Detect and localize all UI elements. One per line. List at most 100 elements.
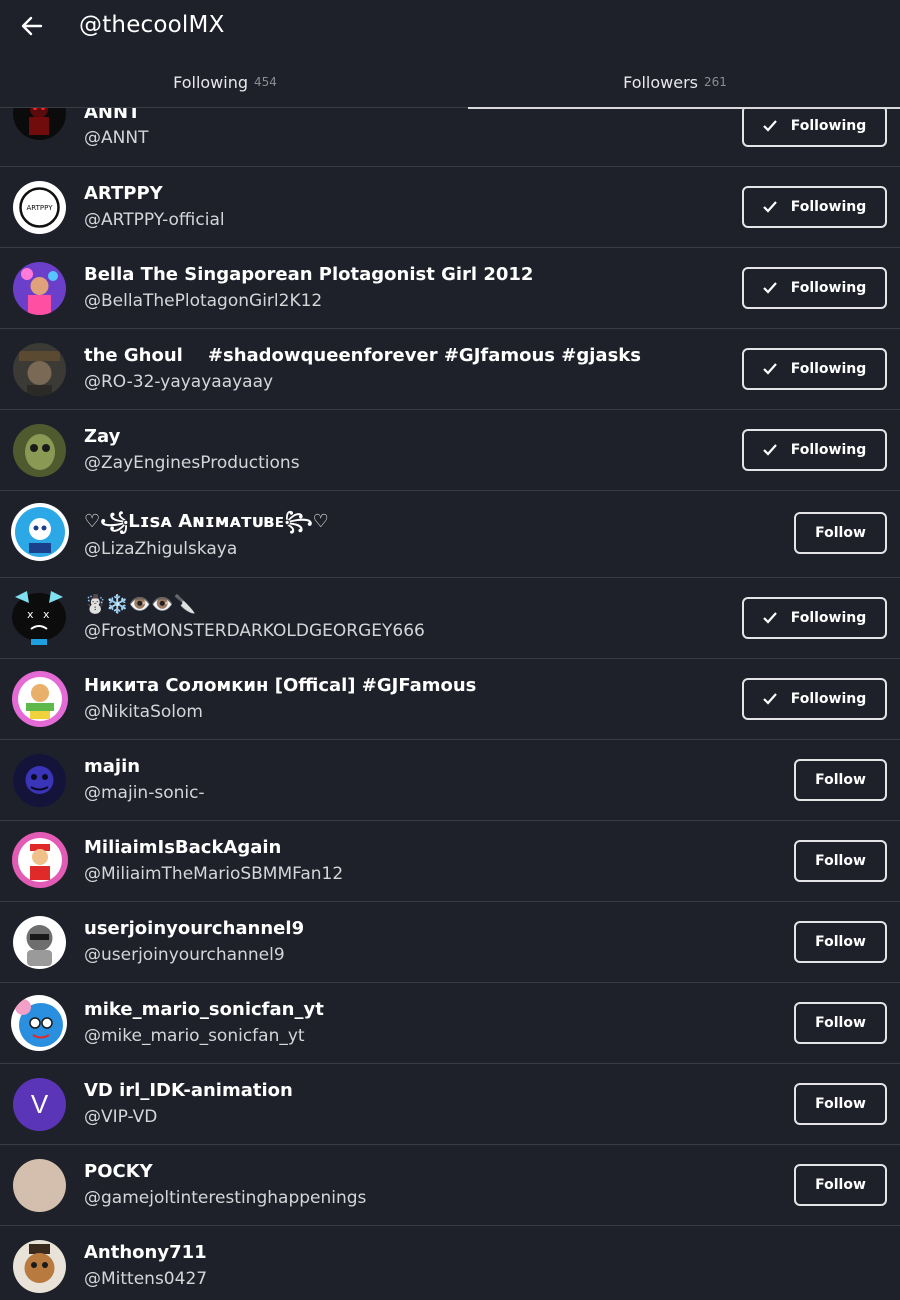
follow-button[interactable]: Follow — [794, 840, 887, 882]
avatar[interactable]: xx — [9, 587, 69, 647]
avatar-initial: V — [31, 1089, 49, 1119]
avatar[interactable] — [13, 262, 66, 315]
tab-followers[interactable]: Followers 261 — [450, 56, 900, 109]
tab-count: 261 — [704, 75, 727, 89]
check-icon — [762, 693, 777, 705]
check-icon — [762, 201, 777, 213]
following-button[interactable]: Following — [742, 348, 887, 390]
user-handle: @Mittens0427 — [84, 1269, 208, 1289]
button-label: Follow — [815, 934, 866, 950]
list-item[interactable]: the Ghoul #shadowqueenforever #GJfamous … — [0, 329, 900, 410]
svg-text:x: x — [27, 608, 34, 621]
list-item[interactable]: Bella The Singaporean Plotagonist Girl 2… — [0, 248, 900, 329]
user-name: userjoinyourchannel9 — [84, 918, 305, 939]
button-label: Following — [790, 610, 867, 626]
button-label: Follow — [815, 853, 866, 869]
app-window: ANNT @ANNT Following ARTPPY ARTPPY @ARTP… — [0, 0, 900, 1300]
check-icon — [762, 363, 777, 375]
avatar[interactable] — [12, 832, 68, 888]
user-handle: @userjoinyourchannel9 — [84, 945, 285, 965]
user-name: mike_mario_sonicfan_yt — [84, 999, 324, 1020]
user-handle: @majin-sonic- — [84, 783, 205, 803]
user-handle: @NikitaSolom — [84, 702, 203, 722]
avatar[interactable] — [13, 754, 66, 807]
user-handle: @BellaThePlotagonGirl2K12 — [84, 291, 323, 311]
button-label: Following — [790, 442, 867, 458]
follow-button[interactable]: Follow — [794, 921, 887, 963]
user-handle: @gamejoltinterestinghappenings — [84, 1188, 367, 1208]
avatar[interactable] — [13, 916, 66, 969]
follow-button[interactable]: Follow — [794, 1002, 887, 1044]
user-handle: @MiliaimTheMarioSBMMFan12 — [84, 864, 344, 884]
top-bar: @thecoolMX Following 454 Followers 261 — [0, 0, 900, 109]
list-item[interactable]: POCKY @gamejoltinterestinghappenings Fol… — [0, 1145, 900, 1226]
avatar[interactable] — [12, 671, 68, 727]
user-handle: @ZayEnginesProductions — [84, 453, 300, 473]
tab-label: Following — [173, 72, 249, 92]
following-button[interactable]: Following — [742, 186, 887, 228]
check-icon — [762, 120, 777, 132]
button-label: Following — [790, 280, 867, 296]
follow-button[interactable]: Follow — [794, 759, 887, 801]
user-name: POCKY — [84, 1161, 153, 1182]
follow-button[interactable]: Follow — [794, 1083, 887, 1125]
user-handle: @FrostMONSTERDARKOLDGEORGEY666 — [84, 621, 425, 641]
user-name: MiliaimIsBackAgain — [84, 837, 282, 858]
avatar[interactable] — [13, 1240, 66, 1293]
avatar[interactable] — [13, 343, 66, 396]
list-item[interactable]: majin @majin-sonic- Follow — [0, 740, 900, 821]
button-label: Follow — [815, 1096, 866, 1112]
avatar[interactable]: V — [13, 1078, 66, 1131]
list-item[interactable]: ARTPPY ARTPPY @ARTPPY-official Following — [0, 167, 900, 248]
following-button[interactable]: Following — [742, 267, 887, 309]
user-handle: @LizaZhigulskaya — [84, 539, 238, 559]
list-item[interactable]: MiliaimIsBackAgain @MiliaimTheMarioSBMMF… — [0, 821, 900, 902]
user-name: majin — [84, 756, 141, 777]
list-item[interactable]: Zay @ZayEnginesProductions Following — [0, 410, 900, 491]
button-label: Follow — [815, 772, 866, 788]
user-handle: @ARTPPY-official — [84, 210, 225, 230]
following-button[interactable]: Following — [742, 105, 887, 147]
follow-button[interactable]: Follow — [794, 1164, 887, 1206]
user-name: Zay — [84, 426, 121, 447]
button-label: Following — [790, 691, 867, 707]
user-name: VD irl_IDK-animation — [84, 1080, 293, 1101]
list-item[interactable]: userjoinyourchannel9 @userjoinyourchanne… — [0, 902, 900, 983]
list-item[interactable]: xx ☃️❄️👁️👁️🔪 @FrostMONSTERDARKOLDGEORGEY… — [0, 578, 900, 659]
list-item[interactable]: mike_mario_sonicfan_yt @mike_mario_sonic… — [0, 983, 900, 1064]
user-handle: @VIP-VD — [84, 1107, 158, 1127]
check-icon — [762, 612, 777, 624]
list-item[interactable]: ♡꧁Lɪsᴀ Aɴɪᴍᴀᴛᴜʙᴇ꧂♡ @LizaZhigulskaya Foll… — [0, 491, 900, 578]
user-handle: @RO-32-yayayaayaay — [84, 372, 274, 392]
check-icon — [762, 444, 777, 456]
page-title: @thecoolMX — [79, 12, 225, 38]
user-name: ☃️❄️👁️👁️🔪 — [84, 594, 197, 615]
following-button[interactable]: Following — [742, 429, 887, 471]
tab-following[interactable]: Following 454 — [0, 56, 450, 108]
followers-list: ANNT @ANNT Following ARTPPY ARTPPY @ARTP… — [0, 86, 900, 1300]
avatar[interactable] — [13, 1159, 66, 1212]
back-button[interactable] — [16, 10, 48, 42]
user-name: Никита Соломкин [Offical] #GJFamous — [84, 675, 477, 696]
list-item[interactable]: Никита Соломкин [Offical] #GJFamous @Nik… — [0, 659, 900, 740]
button-label: Following — [790, 361, 867, 377]
following-button[interactable]: Following — [742, 678, 887, 720]
avatar[interactable] — [11, 503, 69, 561]
follow-button[interactable]: Follow — [794, 512, 887, 554]
button-label: Follow — [815, 525, 866, 541]
list-item[interactable]: V VD irl_IDK-animation @VIP-VD Follow — [0, 1064, 900, 1145]
svg-text:x: x — [43, 608, 50, 621]
button-label: Follow — [815, 1015, 866, 1031]
avatar[interactable] — [13, 424, 66, 477]
avatar[interactable]: ARTPPY — [13, 181, 66, 234]
tab-bar: Following 454 Followers 261 — [0, 56, 900, 109]
button-label: Following — [790, 118, 867, 134]
button-label: Follow — [815, 1177, 866, 1193]
avatar[interactable] — [11, 995, 67, 1051]
user-name: Bella The Singaporean Plotagonist Girl 2… — [84, 264, 534, 285]
list-item[interactable]: Anthony711 @Mittens0427 — [0, 1226, 900, 1300]
tab-count: 454 — [254, 75, 277, 89]
user-name: ARTPPY — [84, 183, 163, 204]
following-button[interactable]: Following — [742, 597, 887, 639]
avatar-text: ARTPPY — [27, 204, 54, 212]
